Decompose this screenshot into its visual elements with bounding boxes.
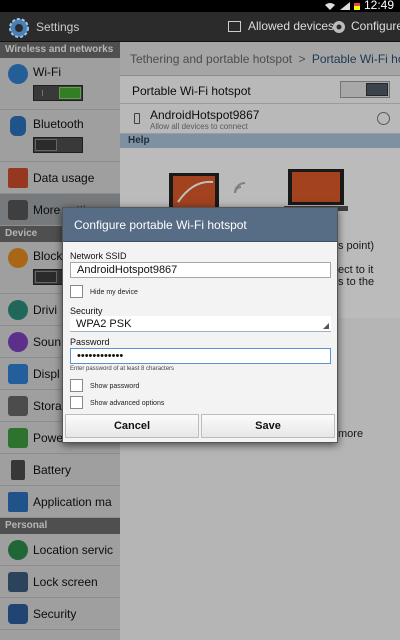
password-input[interactable]: •••••••••••• [70,348,331,364]
allowed-devices-button[interactable]: Allowed devices [248,19,334,33]
status-bar: 12:49 [0,0,400,12]
password-hint: Enter password of at least 8 characters [70,366,175,372]
settings-gear-icon[interactable] [8,17,30,39]
action-bar: Settings Allowed devices Configure [0,12,400,42]
password-label: Password [70,337,110,347]
configure-gear-icon[interactable] [332,20,346,34]
cell-signal-icon [340,2,350,10]
battery-status-icon [354,3,360,10]
ssid-input[interactable]: AndroidHotspot9867 [70,262,331,278]
configure-hotspot-dialog: Configure portable Wi-Fi hotspot Network… [62,207,338,443]
security-label: Security [70,306,103,316]
allowed-devices-icon[interactable] [228,21,241,32]
hide-device-checkbox[interactable] [70,285,83,298]
cancel-button[interactable]: Cancel [65,414,199,438]
wifi-signal-icon [325,3,335,10]
dialog-button-bar: Cancel Save [63,412,337,442]
show-password-label: Show password [90,383,140,390]
configure-button[interactable]: Configure [351,19,400,33]
show-password-checkbox[interactable] [70,379,83,392]
app-title: Settings [36,20,80,34]
show-advanced-checkbox[interactable] [70,396,83,409]
show-advanced-label: Show advanced options [90,400,165,407]
save-button[interactable]: Save [201,414,335,438]
dialog-title: Configure portable Wi-Fi hotspot [63,208,337,242]
dropdown-caret-icon [323,323,329,329]
security-select[interactable]: WPA2 PSK [70,316,331,332]
security-value: WPA2 PSK [76,318,132,330]
hide-device-label: Hide my device [90,289,138,296]
ssid-label: Network SSID [70,251,127,261]
clock: 12:49 [363,0,394,12]
